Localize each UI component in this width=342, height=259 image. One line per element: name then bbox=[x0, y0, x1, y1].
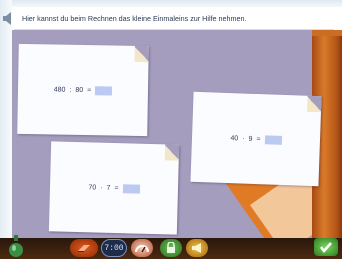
left-frame bbox=[0, 0, 12, 259]
task-card-2: 40 · 9 = bbox=[190, 91, 322, 187]
equals-sign: = bbox=[87, 86, 92, 94]
top-frame bbox=[0, 0, 342, 7]
page-curl bbox=[164, 144, 180, 161]
task-card-3: 70 · 7 = bbox=[48, 141, 180, 235]
operator: · bbox=[100, 184, 103, 192]
equals-sign: = bbox=[256, 135, 261, 143]
lock-icon bbox=[167, 242, 175, 253]
horn-button[interactable] bbox=[186, 239, 208, 257]
gauge-icon bbox=[135, 245, 149, 253]
answer-input-3[interactable] bbox=[122, 183, 140, 194]
bottle-icon[interactable] bbox=[8, 234, 24, 258]
checkmark-icon bbox=[320, 242, 332, 253]
operand-2: 7 bbox=[106, 184, 111, 192]
operator: · bbox=[242, 135, 245, 143]
operand-2: 9 bbox=[248, 135, 253, 143]
equation-1: 480 : 80 = bbox=[53, 85, 113, 96]
answer-input-1[interactable] bbox=[95, 85, 113, 96]
clock-button[interactable]: 7:00 bbox=[101, 239, 127, 257]
equation-2: 40 · 9 = bbox=[230, 134, 282, 145]
task-card-1: 480 : 80 = bbox=[17, 43, 149, 137]
page-curl bbox=[306, 95, 322, 113]
operand-2: 80 bbox=[75, 86, 84, 94]
page-curl bbox=[134, 45, 149, 63]
eraser-icon bbox=[78, 245, 90, 252]
eraser-button[interactable] bbox=[70, 239, 98, 257]
clock-display: 7:00 bbox=[104, 243, 124, 253]
operand-1: 480 bbox=[53, 85, 66, 94]
horn-icon bbox=[192, 243, 201, 253]
instruction-text: Hier kannst du beim Rechnen das kleine E… bbox=[22, 14, 247, 23]
speaker-icon[interactable] bbox=[2, 12, 14, 25]
equals-sign: = bbox=[114, 184, 119, 192]
operand-1: 40 bbox=[230, 134, 239, 142]
operand-1: 70 bbox=[88, 183, 97, 192]
gauge-button[interactable] bbox=[131, 239, 153, 257]
instruction-bar: Hier kannst du beim Rechnen das kleine E… bbox=[14, 8, 334, 30]
operator: : bbox=[69, 86, 72, 94]
game-screen: Hier kannst du beim Rechnen das kleine E… bbox=[0, 0, 342, 259]
confirm-button[interactable] bbox=[314, 238, 338, 256]
equation-3: 70 · 7 = bbox=[88, 183, 140, 194]
answer-input-2[interactable] bbox=[264, 134, 282, 145]
lock-button[interactable] bbox=[160, 239, 182, 257]
